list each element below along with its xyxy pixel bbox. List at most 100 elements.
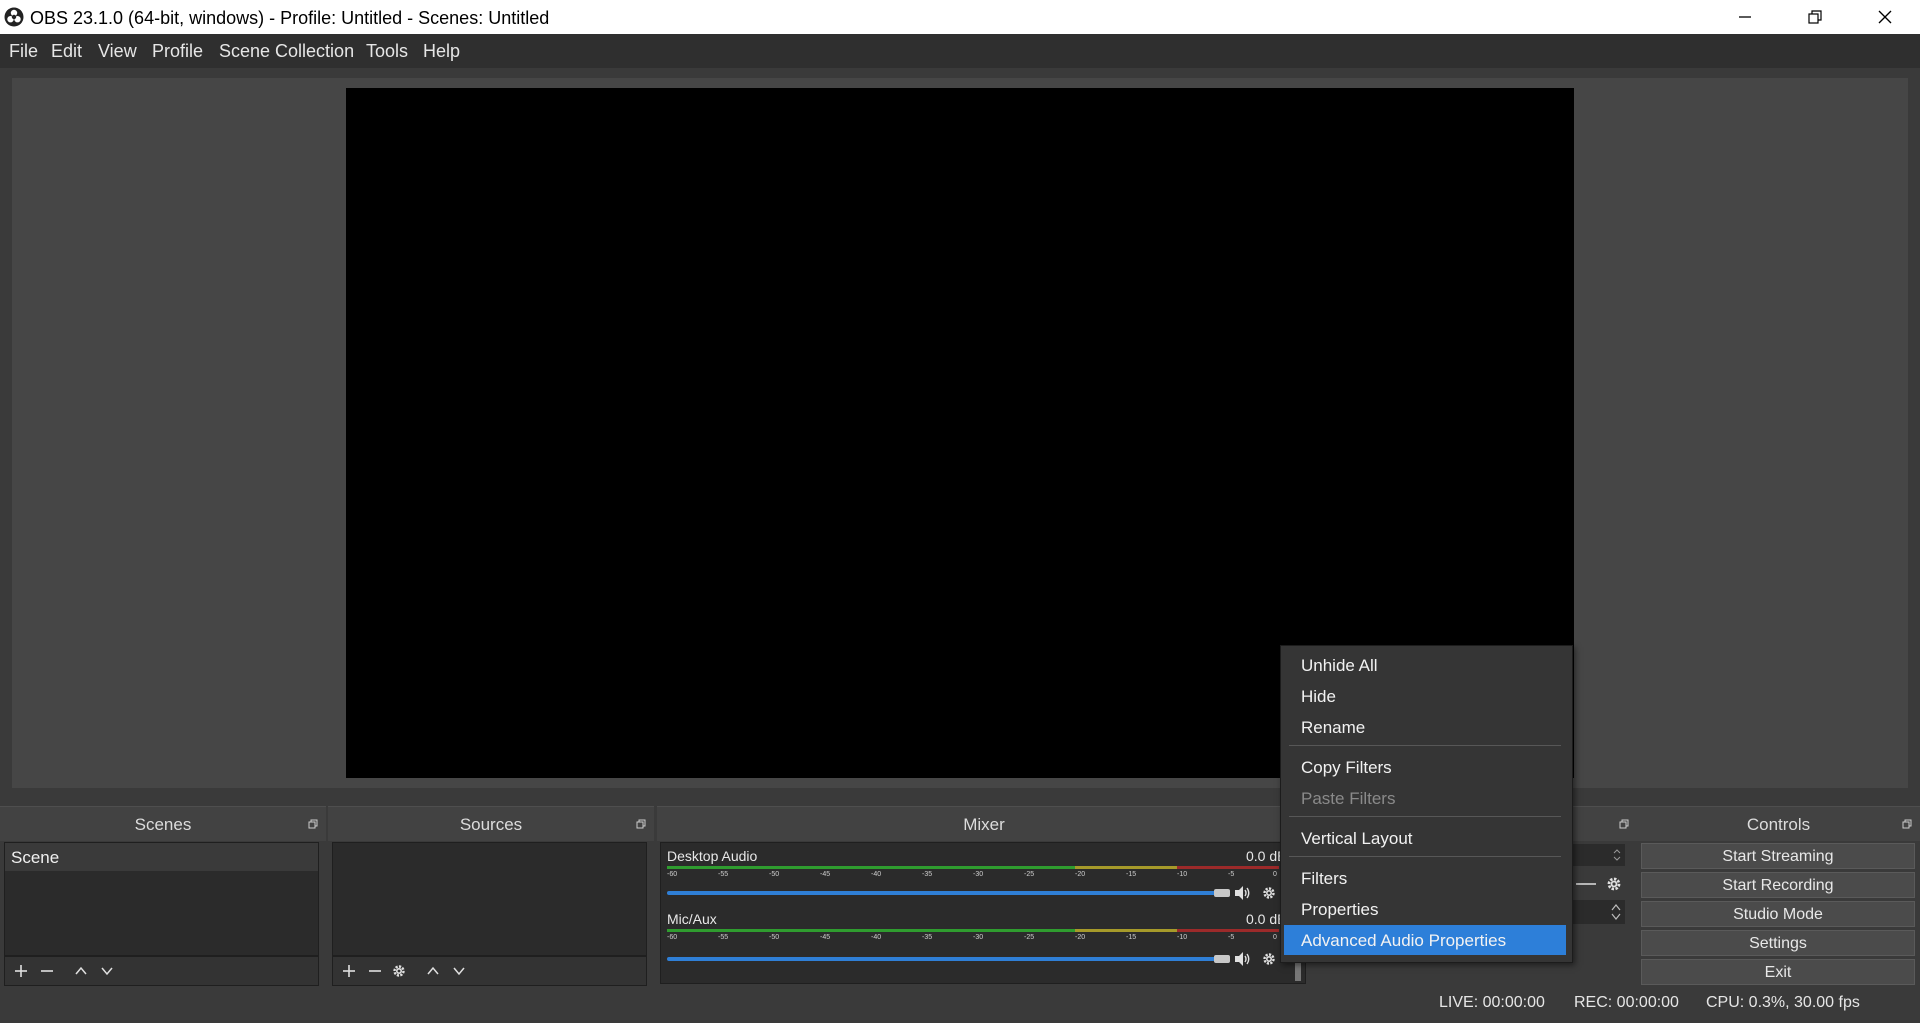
menu-help[interactable]: Help (423, 41, 460, 62)
scenes-title: Scenes (134, 815, 192, 834)
menu-item-copy-filters[interactable]: Copy Filters (1284, 752, 1566, 782)
minus-icon (369, 970, 381, 972)
mixer-panel: Desktop Audio 0.0 dB -60 -55 -50 -45 -40… (660, 842, 1306, 984)
source-properties-button[interactable] (387, 959, 411, 983)
window-title: OBS 23.1.0 (64-bit, windows) - Profile: … (30, 8, 550, 28)
meter-tick: -55 (718, 934, 729, 941)
menu-item-label: Paste Filters (1301, 789, 1396, 808)
menu-item-vertical-layout[interactable]: Vertical Layout (1284, 823, 1566, 853)
sources-toolbar (332, 956, 647, 986)
settings-button[interactable]: Settings (1641, 930, 1915, 956)
meter-tick: -55 (718, 871, 729, 878)
channel-settings-button[interactable] (1257, 947, 1281, 971)
gear-icon (1263, 953, 1275, 965)
speaker-icon (1235, 886, 1250, 900)
meter-tick: -40 (871, 934, 882, 941)
meter-tick: -20 (1075, 871, 1086, 878)
gear-icon (1263, 887, 1275, 899)
scenes-list[interactable]: Scene (4, 842, 319, 956)
meter-tick: -20 (1075, 934, 1086, 941)
meter-tick: -10 (1177, 934, 1188, 941)
menu-item-filters[interactable]: Filters (1284, 863, 1566, 893)
volume-meter (667, 866, 1279, 869)
speaker-icon (1235, 952, 1250, 966)
menu-item-unhide-all[interactable]: Unhide All (1284, 650, 1566, 680)
studio-mode-label: Studio Mode (1733, 906, 1823, 923)
volume-slider-desktop-audio[interactable] (667, 891, 1227, 895)
spin-arrows-icon (1611, 904, 1621, 920)
meter-tick: -60 (667, 934, 678, 941)
mute-button[interactable] (1231, 881, 1255, 905)
menu-separator (1289, 745, 1561, 746)
studio-mode-button[interactable]: Studio Mode (1641, 901, 1915, 927)
obs-logo-icon (4, 7, 24, 27)
gear-icon[interactable] (1605, 875, 1623, 893)
menu-item-advanced-audio-properties[interactable]: Advanced Audio Properties (1284, 925, 1566, 955)
sources-dock-title: Sources (328, 806, 654, 841)
menu-file[interactable]: File (9, 41, 38, 62)
meter-tick: -45 (820, 871, 831, 878)
menu-view[interactable]: View (98, 41, 137, 62)
menu-scene-collection[interactable]: Scene Collection (219, 41, 354, 62)
menu-tools[interactable]: Tools (366, 41, 408, 62)
undock-icon[interactable] (1902, 819, 1912, 829)
volume-slider-thumb[interactable] (1214, 889, 1230, 897)
minimize-button[interactable] (1710, 0, 1780, 34)
sources-title: Sources (459, 815, 523, 834)
start-streaming-label: Start Streaming (1722, 848, 1834, 865)
meter-tick: -5 (1228, 871, 1235, 878)
add-source-button[interactable] (337, 959, 361, 983)
volume-slider-thumb[interactable] (1214, 955, 1230, 963)
transition-select[interactable] (1571, 844, 1625, 866)
undock-icon[interactable] (636, 819, 646, 829)
add-scene-button[interactable] (9, 959, 33, 983)
menu-bar: File Edit View Profile Scene Collection … (0, 34, 1920, 68)
plus-icon (343, 965, 355, 977)
menu-item-hide[interactable]: Hide (1284, 681, 1566, 711)
undock-icon[interactable] (1619, 819, 1629, 829)
remove-source-button[interactable] (363, 959, 387, 983)
menu-item-label: Vertical Layout (1301, 829, 1413, 848)
remove-transition-icon[interactable] (1574, 877, 1598, 891)
mixer-scrollbar[interactable] (1295, 963, 1301, 981)
volume-slider-mic-aux[interactable] (667, 957, 1227, 961)
restore-button[interactable] (1780, 0, 1850, 34)
move-scene-up-button[interactable] (69, 959, 93, 983)
remove-scene-button[interactable] (35, 959, 59, 983)
channel-name-desktop-audio: Desktop Audio (667, 848, 758, 864)
meter-tick: -5 (1228, 934, 1235, 941)
start-recording-button[interactable]: Start Recording (1641, 872, 1915, 898)
meter-tick: -15 (1126, 934, 1137, 941)
menu-item-properties[interactable]: Properties (1284, 894, 1566, 924)
move-source-down-button[interactable] (447, 959, 471, 983)
meter-tick: -50 (769, 934, 780, 941)
move-scene-down-button[interactable] (95, 959, 119, 983)
meter-tick: -30 (973, 934, 984, 941)
menu-item-rename[interactable]: Rename (1284, 712, 1566, 742)
meter-tick: -60 (667, 871, 678, 878)
controls-title: Controls (1746, 815, 1811, 834)
meter-tick: -25 (1024, 934, 1035, 941)
channel-settings-button[interactable] (1257, 881, 1281, 905)
start-streaming-button[interactable]: Start Streaming (1641, 843, 1915, 869)
menu-item-label: Unhide All (1301, 656, 1378, 675)
controls-dock-title: Controls (1637, 806, 1920, 841)
menu-profile[interactable]: Profile (152, 41, 203, 62)
move-source-up-button[interactable] (421, 959, 445, 983)
menu-edit[interactable]: Edit (51, 41, 82, 62)
exit-label: Exit (1764, 964, 1792, 981)
sources-list[interactable] (332, 842, 647, 956)
meter-tick: 0 (1273, 871, 1277, 878)
list-item[interactable]: Scene (5, 843, 318, 871)
spin-arrows-icon (1613, 849, 1621, 861)
title-bar: OBS 23.1.0 (64-bit, windows) - Profile: … (0, 0, 1920, 34)
status-cpu: CPU: 0.3%, 30.00 fps (1706, 994, 1860, 1011)
close-button[interactable] (1850, 0, 1920, 34)
menu-item-paste-filters: Paste Filters (1284, 783, 1566, 813)
chevron-up-icon (427, 966, 439, 975)
mute-button[interactable] (1231, 947, 1255, 971)
exit-button[interactable]: Exit (1641, 959, 1915, 985)
menu-item-label: Filters (1301, 869, 1348, 888)
duration-spinbox[interactable] (1571, 900, 1625, 924)
undock-icon[interactable] (308, 819, 318, 829)
